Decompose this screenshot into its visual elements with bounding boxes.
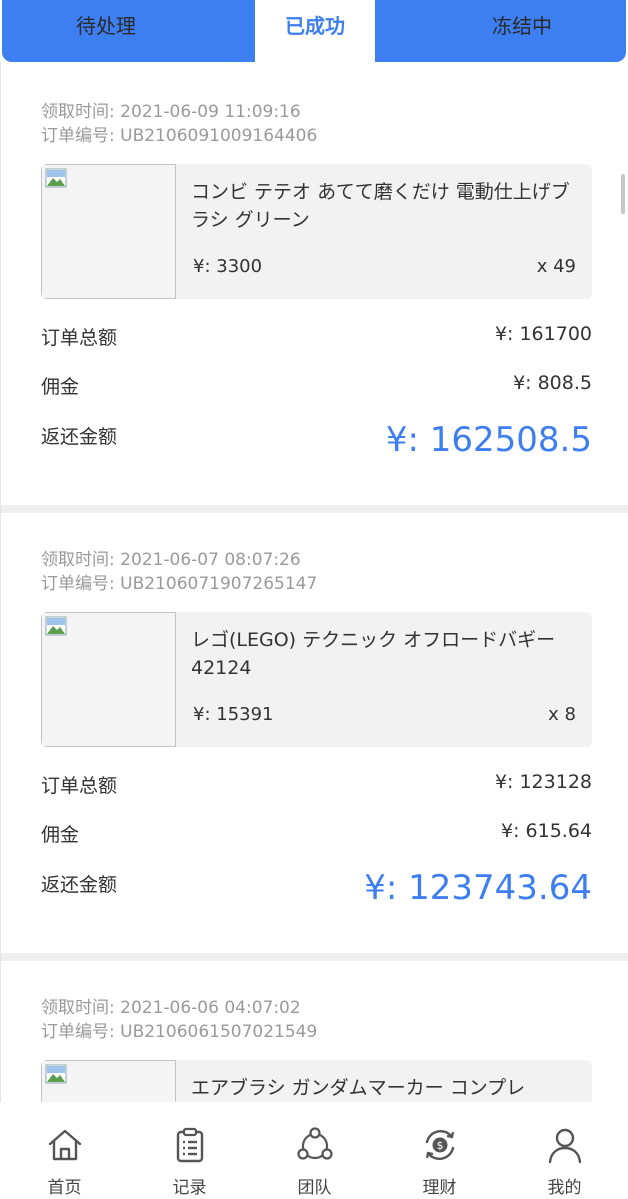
nav-records-label: 记录	[172, 1178, 207, 1198]
bottom-nav: 首页 记录 团队 $ 理财 我的	[0, 1102, 628, 1199]
product-item[interactable]: コンビ テテオ あてて磨くだけ 電動仕上げブラシ グリーン ¥: 3300 x …	[41, 164, 592, 299]
tab-frozen[interactable]: 冻结中	[432, 0, 612, 62]
broken-image-icon	[45, 1064, 67, 1084]
claim-time: 领取时间: 2021-06-09 11:09:16	[41, 102, 301, 122]
product-quantity: x 49	[536, 256, 576, 277]
product-price: ¥: 3300	[193, 256, 263, 277]
product-quantity: x 8	[548, 704, 576, 725]
product-image	[41, 164, 176, 299]
order-list[interactable]: 领取时间: 2021-06-09 11:09:16 订单编号: UB210609…	[0, 62, 628, 1102]
user-icon	[548, 1128, 582, 1164]
nav-home[interactable]: 首页	[2, 1102, 127, 1199]
product-image	[41, 612, 176, 747]
tab-succeeded[interactable]: 已成功	[255, 0, 375, 62]
product-name: エアブラシ ガンダムマーカー コンプレ	[191, 1077, 526, 1099]
nav-finance[interactable]: $ 理财	[377, 1102, 502, 1199]
order-total-row: 订单总额 ¥: 161700	[41, 323, 592, 353]
clipboard-icon	[176, 1127, 204, 1163]
product-image	[41, 1060, 176, 1102]
commission-value: ¥: 808.5	[513, 372, 592, 394]
nav-mine-label: 我的	[547, 1178, 582, 1198]
nav-team-label: 团队	[297, 1178, 332, 1198]
product-name: コンビ テテオ あてて磨くだけ 電動仕上げブラシ グリーン	[191, 181, 570, 231]
refund-row: 返还金额 ¥: 123743.64	[41, 868, 592, 908]
refund-value: ¥: 162508.5	[385, 420, 592, 460]
order-total-value: ¥: 123128	[494, 771, 592, 793]
order-total-value: ¥: 161700	[494, 323, 592, 345]
nav-team[interactable]: 团队	[252, 1102, 377, 1199]
product-item[interactable]: レゴ(LEGO) テクニック オフロードバギー 42124 ¥: 15391 x…	[41, 612, 592, 747]
svg-text:$: $	[437, 1139, 444, 1152]
home-icon	[48, 1129, 82, 1161]
broken-image-icon	[45, 168, 67, 188]
claim-time: 领取时间: 2021-06-07 08:07:26	[41, 550, 301, 570]
order-number: 订单编号: UB2106071907265147	[41, 574, 318, 594]
refund-row: 返还金额 ¥: 162508.5	[41, 420, 592, 460]
broken-image-icon	[45, 616, 67, 636]
refund-label: 返还金额	[41, 426, 118, 448]
order-card: 领取时间: 2021-06-07 08:07:26 订单编号: UB210607…	[1, 510, 628, 960]
product-item[interactable]: エアブラシ ガンダムマーカー コンプレ	[41, 1060, 592, 1102]
refund-label: 返还金额	[41, 874, 118, 896]
commission-label: 佣金	[41, 376, 80, 398]
product-price: ¥: 15391	[193, 704, 274, 725]
nav-records[interactable]: 记录	[127, 1102, 252, 1199]
order-card: 领取时间: 2021-06-09 11:09:16 订单编号: UB210609…	[1, 62, 628, 512]
order-total-label: 订单总额	[41, 327, 118, 349]
product-name: レゴ(LEGO) テクニック オフロードバギー 42124	[191, 629, 556, 679]
order-total-row: 订单总额 ¥: 123128	[41, 771, 592, 801]
order-number: 订单编号: UB2106091009164406	[41, 126, 318, 146]
order-number: 订单编号: UB2106061507021549	[41, 1022, 318, 1042]
commission-label: 佣金	[41, 824, 80, 846]
nav-mine[interactable]: 我的	[502, 1102, 627, 1199]
order-card: 领取时间: 2021-06-06 04:07:02 订单编号: UB210606…	[1, 958, 628, 1102]
claim-time: 领取时间: 2021-06-06 04:07:02	[41, 998, 301, 1018]
tab-pending[interactable]: 待处理	[16, 0, 196, 62]
commission-row: 佣金 ¥: 808.5	[41, 372, 592, 402]
nav-finance-label: 理财	[422, 1178, 457, 1198]
status-tabs: 待处理 已成功 冻结中	[0, 0, 628, 62]
commission-value: ¥: 615.64	[500, 820, 592, 842]
nav-home-label: 首页	[47, 1178, 82, 1198]
refund-value: ¥: 123743.64	[364, 868, 592, 908]
commission-row: 佣金 ¥: 615.64	[41, 820, 592, 850]
team-icon	[297, 1127, 333, 1160]
order-total-label: 订单总额	[41, 775, 118, 797]
finance-icon: $	[425, 1130, 455, 1160]
